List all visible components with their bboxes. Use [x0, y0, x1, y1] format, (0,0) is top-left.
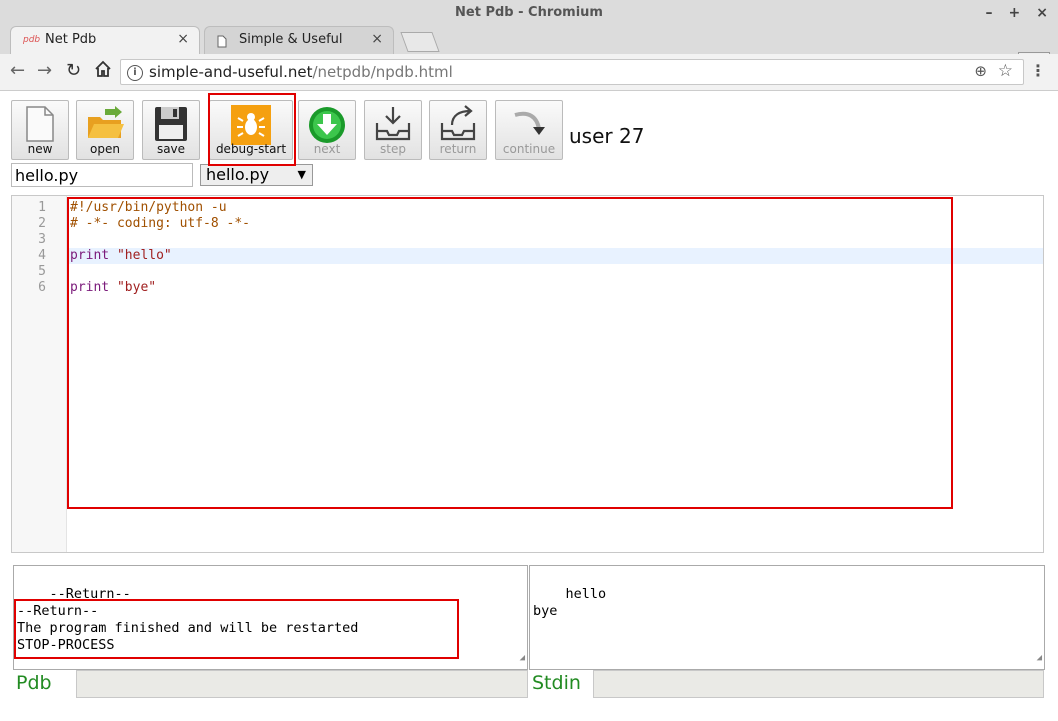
- code-editor[interactable]: 1 2 3 4 5 6 #!/usr/bin/python -u # -*- c…: [11, 195, 1044, 553]
- window-title: Net Pdb - Chromium: [455, 5, 603, 20]
- pdb-command-input[interactable]: [76, 670, 528, 698]
- file-select-value: hello.py: [206, 165, 270, 184]
- home-icon[interactable]: [94, 60, 112, 83]
- button-label: step: [380, 142, 406, 156]
- stdin-label: Stdin: [532, 672, 581, 694]
- stdout-output-text: hello bye: [533, 586, 607, 619]
- minimize-button[interactable]: –: [986, 0, 993, 26]
- step-button[interactable]: step: [364, 100, 422, 160]
- tray-out-icon: [438, 105, 478, 147]
- stdout-output-textarea[interactable]: hello bye ◢: [529, 565, 1045, 670]
- line-number: 6: [38, 280, 46, 295]
- browser-menu-icon[interactable]: ⋮: [1030, 61, 1046, 80]
- line-number: 5: [38, 264, 46, 279]
- stdin-input[interactable]: [593, 670, 1044, 698]
- new-tab-button[interactable]: [400, 32, 440, 52]
- button-label: debug-start: [215, 142, 287, 156]
- button-label: next: [313, 142, 341, 156]
- button-label: continue: [502, 142, 556, 156]
- pdb-favicon-icon: pdb: [23, 35, 41, 45]
- tab-simple-useful[interactable]: Simple & Useful ×: [204, 26, 394, 54]
- tab-strip: pdb Net Pdb × Simple & Useful × 拼音: [0, 26, 1058, 72]
- next-button[interactable]: next: [298, 100, 356, 160]
- line-number-gutter: 1 2 3 4 5 6: [12, 196, 67, 552]
- new-button[interactable]: new: [11, 100, 69, 160]
- tab-label: Simple & Useful: [239, 32, 343, 47]
- page-content: new open save debug-start next step retu…: [0, 91, 1058, 721]
- pdb-output-textarea[interactable]: --Return-- --Return-- The program finish…: [13, 565, 528, 670]
- debug-start-button[interactable]: debug-start: [209, 100, 293, 160]
- reload-icon[interactable]: ↻: [66, 60, 81, 81]
- new-file-icon: [25, 105, 55, 147]
- continue-arrow-icon: [509, 105, 549, 147]
- button-label: new: [27, 142, 53, 156]
- code-line-4: print "hello": [70, 248, 172, 263]
- line-number: 2: [38, 216, 46, 231]
- url-text: simple-and-useful.net/netpdb/npdb.html: [149, 63, 453, 81]
- page-favicon-icon: [217, 35, 227, 51]
- resize-handle-icon[interactable]: ◢: [1037, 650, 1042, 667]
- code-line-1: #!/usr/bin/python -u: [70, 200, 227, 215]
- line-number: 4: [38, 248, 46, 263]
- tab-net-pdb[interactable]: pdb Net Pdb ×: [10, 26, 200, 54]
- tab-label: Net Pdb: [45, 32, 97, 47]
- zoom-icon[interactable]: ⊕: [974, 62, 987, 80]
- continue-button[interactable]: continue: [495, 100, 563, 160]
- pdb-label: Pdb: [16, 672, 52, 694]
- save-button[interactable]: save: [142, 100, 200, 160]
- floppy-disk-icon: [153, 105, 189, 147]
- open-button[interactable]: open: [76, 100, 134, 160]
- site-info-icon[interactable]: i: [127, 65, 143, 81]
- filename-input[interactable]: [11, 163, 193, 187]
- button-label: return: [439, 142, 477, 156]
- current-line-highlight: [67, 248, 1043, 264]
- forward-arrow-icon[interactable]: →: [37, 60, 52, 81]
- window-titlebar: Net Pdb - Chromium – + ×: [0, 0, 1058, 26]
- line-number: 1: [38, 200, 46, 215]
- pdb-output-text: --Return-- --Return-- The program finish…: [17, 586, 359, 653]
- maximize-button[interactable]: +: [1009, 0, 1021, 26]
- button-label: open: [90, 142, 120, 156]
- user-label: user 27: [569, 124, 645, 148]
- line-number: 3: [38, 232, 46, 247]
- folder-open-icon: [85, 105, 125, 147]
- tab-close-icon[interactable]: ×: [371, 31, 383, 47]
- back-arrow-icon[interactable]: ←: [10, 60, 25, 81]
- code-line-2: # -*- coding: utf-8 -*-: [70, 216, 251, 231]
- bookmark-star-icon[interactable]: ☆: [998, 61, 1013, 81]
- browser-toolbar: ← → ↻ i simple-and-useful.net/netpdb/npd…: [0, 54, 1058, 91]
- return-button[interactable]: return: [429, 100, 487, 160]
- tray-in-icon: [373, 105, 413, 147]
- file-select[interactable]: hello.py ▼: [200, 164, 313, 186]
- address-bar[interactable]: i simple-and-useful.net/netpdb/npdb.html…: [120, 59, 1024, 85]
- button-label: save: [156, 142, 186, 156]
- resize-handle-icon[interactable]: ◢: [520, 650, 525, 667]
- close-window-button[interactable]: ×: [1036, 0, 1048, 26]
- window-controls: – + ×: [986, 0, 1048, 26]
- tab-close-icon[interactable]: ×: [177, 31, 189, 47]
- dropdown-arrow-icon: ▼: [297, 168, 306, 181]
- code-line-6: print "bye": [70, 280, 157, 295]
